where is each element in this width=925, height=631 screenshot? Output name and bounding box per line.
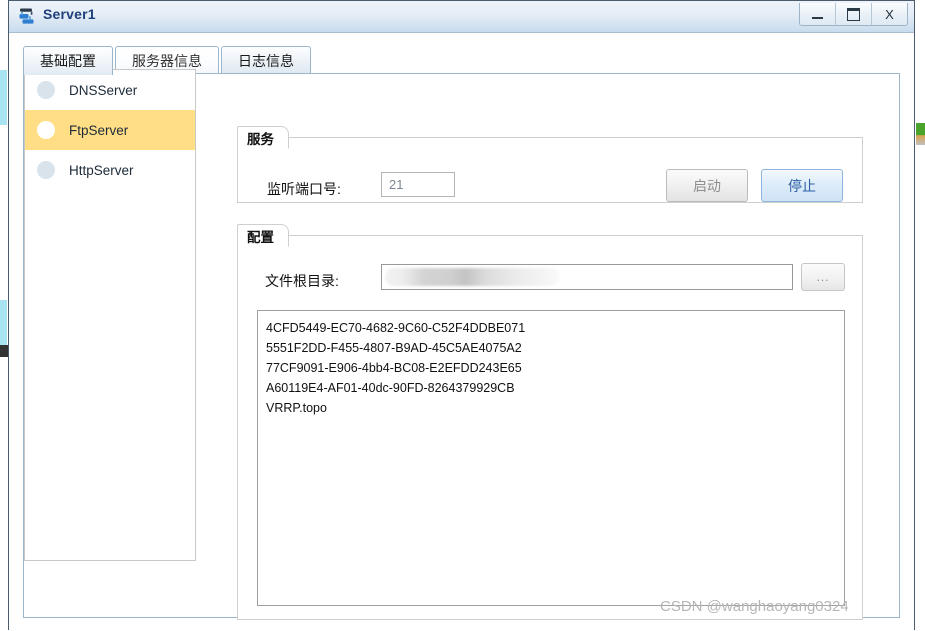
minimize-button[interactable] xyxy=(800,3,836,25)
service-groupbox-title: 服务 xyxy=(237,126,289,149)
sidebar-item-label: FtpServer xyxy=(69,122,129,138)
start-button[interactable]: 启动 xyxy=(666,169,748,202)
status-circle-icon xyxy=(37,81,55,99)
root-directory-label: 文件根目录: xyxy=(265,273,339,289)
browse-button[interactable]: ... xyxy=(801,263,845,291)
port-label: 监听端口号: xyxy=(267,181,341,197)
window-title: Server1 xyxy=(43,6,96,22)
desktop-artifact-left-upper xyxy=(0,70,7,125)
server-window: Server1 X 基础配置 服务器信息 日志信息 DNSServer FtpS… xyxy=(8,0,915,631)
maximize-button[interactable] xyxy=(836,3,872,25)
list-item[interactable]: A60119E4-AF01-40dc-90FD-8264379929CB xyxy=(266,378,844,398)
close-button[interactable]: X xyxy=(872,3,907,25)
tab-log-info-label: 日志信息 xyxy=(238,53,294,69)
redacted-path-overlay xyxy=(385,268,560,286)
stop-button[interactable]: 停止 xyxy=(761,169,843,202)
tab-basic-config[interactable]: 基础配置 xyxy=(23,46,113,75)
maximize-icon xyxy=(847,7,860,21)
status-circle-icon xyxy=(37,121,55,139)
root-directory-input[interactable] xyxy=(381,264,793,290)
client-area: 基础配置 服务器信息 日志信息 DNSServer FtpServer Http… xyxy=(9,33,914,631)
tab-server-info-label: 服务器信息 xyxy=(132,53,202,69)
stop-button-label: 停止 xyxy=(788,177,816,194)
desktop-artifact-left-dark xyxy=(0,345,8,357)
status-circle-icon xyxy=(37,161,55,179)
browse-button-label: ... xyxy=(816,270,830,284)
file-list[interactable]: 4CFD5449-EC70-4682-9C60-C52F4DDBE071 555… xyxy=(257,310,845,606)
start-button-label: 启动 xyxy=(693,177,721,194)
port-input-value: 21 xyxy=(389,177,404,192)
minimize-icon xyxy=(812,16,823,19)
sidebar-item-label: DNSServer xyxy=(69,82,138,98)
config-groupbox-title: 配置 xyxy=(237,224,289,247)
list-item[interactable]: 5551F2DD-F455-4807-B9AD-45C5AE4075A2 xyxy=(266,338,844,358)
sidebar-item-label: HttpServer xyxy=(69,162,134,178)
list-item[interactable]: VRRP.topo xyxy=(266,398,844,418)
tab-log-info[interactable]: 日志信息 xyxy=(221,46,311,75)
sidebar-item-dnsserver[interactable]: DNSServer xyxy=(25,70,195,110)
close-icon: X xyxy=(885,6,894,22)
sidebar-item-httpserver[interactable]: HttpServer xyxy=(25,150,195,190)
port-input[interactable]: 21 xyxy=(381,172,455,197)
title-bar[interactable]: Server1 X xyxy=(9,1,914,33)
server-list[interactable]: DNSServer FtpServer HttpServer xyxy=(24,69,196,561)
tab-basic-config-label: 基础配置 xyxy=(40,53,96,69)
server-device-icon xyxy=(18,7,37,26)
list-item[interactable]: 77CF9091-E906-4bb4-BC08-E2EFDD243E65 xyxy=(266,358,844,378)
desktop-artifact-right xyxy=(916,123,925,145)
window-controls: X xyxy=(799,3,908,26)
list-item[interactable]: 4CFD5449-EC70-4682-9C60-C52F4DDBE071 xyxy=(266,318,844,338)
sidebar-item-ftpserver[interactable]: FtpServer xyxy=(25,110,195,150)
